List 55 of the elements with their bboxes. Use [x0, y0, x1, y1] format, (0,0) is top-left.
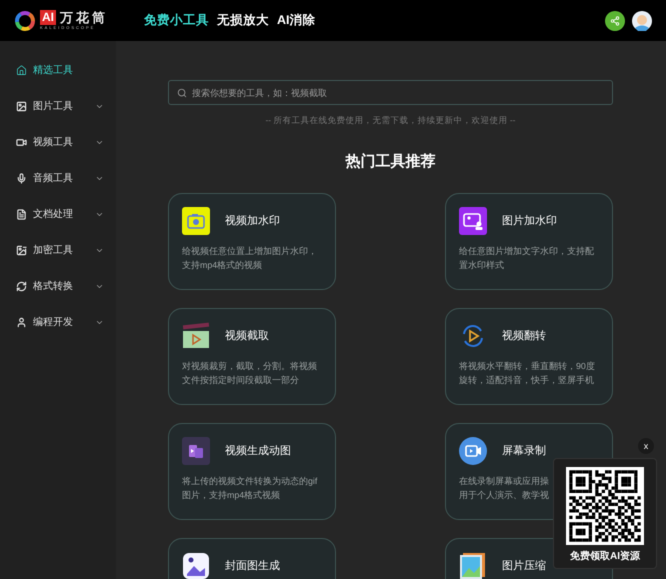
sidebar-item[interactable]: 音频工具 [0, 160, 116, 196]
tool-description: 将视频水平翻转，垂直翻转，90度 [459, 360, 596, 374]
tool-title: 视频加水印 [225, 214, 280, 229]
kaleidoscope-logo-icon [14, 10, 36, 32]
share-button[interactable] [605, 10, 625, 30]
tool-description: 支持mp4格式的视频 [182, 259, 264, 272]
tool-card[interactable]: 视频加水印 给视频任意位置上增加图片水印， 支持mp4格式的视频 [168, 193, 336, 290]
tool-description: 文件按指定时间段截取一部分 [182, 374, 300, 388]
logo-badge: AI [40, 10, 56, 25]
sidebar-item[interactable]: 视频工具 [0, 124, 116, 160]
tool-card[interactable]: 图片加水印 给任意图片增加文字水印，支持配 置水印样式 [445, 193, 613, 290]
sidebar-item[interactable]: 格式转换 [0, 268, 116, 304]
share-icon [610, 16, 620, 26]
section-title: 热门工具推荐 [344, 152, 436, 172]
tool-description: 旋转，适配抖音，快手，竖屏手机 [459, 374, 595, 388]
tool-title: 屏幕录制 [502, 444, 546, 459]
tool-description: 给任意图片增加文字水印，支持配 [459, 245, 595, 258]
tool-title: 视频生成动图 [225, 444, 291, 459]
tool-title: 图片加水印 [502, 214, 557, 229]
video-to-image-icon [182, 437, 210, 466]
sidebar-item[interactable]: 编程开发 [0, 304, 116, 340]
tool-description: 给视频任意位置上增加图片水印， [182, 245, 318, 258]
sidebar-item[interactable]: 图片工具 [0, 88, 116, 124]
tool-card[interactable]: 视频生成动图 将上传的视频文件转换为动态的gif 图片，支持mp4格式视频 [168, 423, 336, 520]
tool-description: 置水印样式 [459, 259, 505, 272]
tool-card[interactable]: 视频截取 对视频裁剪，截取，分割。将视频 文件按指定时间段截取一部分 [168, 308, 336, 406]
logo-text: 万花筒 [60, 10, 108, 25]
camera-icon [182, 207, 210, 236]
sidebar-item[interactable]: 加密工具 [0, 232, 116, 268]
search-field[interactable]: 搜索你想要的工具，如：视频截取 [168, 80, 613, 105]
clapperboard-icon [182, 322, 210, 350]
search-icon [177, 88, 187, 98]
tool-description: 对视频裁剪，截取，分割。将视频 [182, 360, 318, 374]
notice-text: -- 所有工具在线免费使用，无需下载，持续更新中，欢迎使用 -- [264, 114, 517, 127]
cover-image-icon [182, 552, 210, 579]
nav-link[interactable]: 免费小工具 [144, 11, 209, 30]
photo-stack-icon [459, 552, 487, 579]
sidebar-item[interactable]: 文档处理 [0, 196, 116, 232]
tool-card[interactable]: 视频翻转 将视频水平翻转，垂直翻转，90度 旋转，适配抖音，快手，竖屏手机 [445, 308, 613, 406]
tool-title: 封面图生成 [225, 559, 280, 574]
tool-description: 将上传的视频文件转换为动态的gif [182, 475, 318, 488]
avatar[interactable] [632, 10, 652, 30]
picture-icon [459, 207, 487, 236]
tool-title: 图片压缩 [502, 558, 546, 574]
tool-description: 图片，支持mp4格式视频 [182, 489, 282, 502]
tool-title: 视频翻转 [502, 329, 546, 344]
nav-link[interactable]: AI消除 [277, 11, 316, 30]
tool-description: 用于个人演示、教学视 [459, 489, 550, 502]
tool-title: 视频截取 [225, 329, 269, 344]
sidebar-item[interactable]: 精选工具 [0, 52, 116, 88]
nav-link[interactable]: 无损放大 [217, 11, 269, 30]
screen-record-icon [459, 437, 487, 466]
tool-description: 在线录制屏幕或应用操 [459, 475, 550, 488]
close-button[interactable]: x [638, 438, 654, 454]
tool-card[interactable]: 封面图生成 [168, 538, 336, 579]
